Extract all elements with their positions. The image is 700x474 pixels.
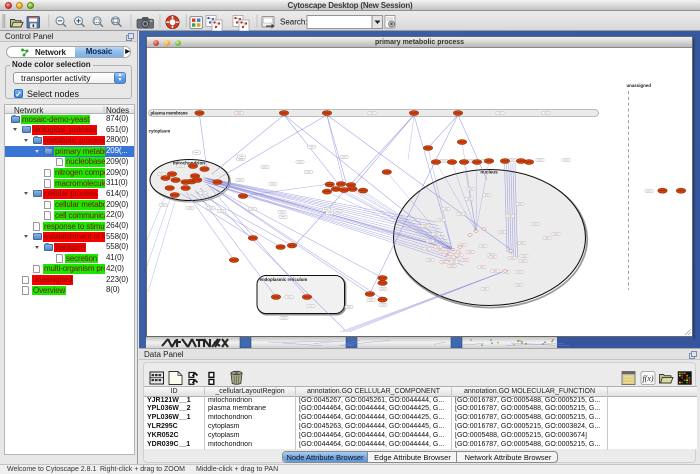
svg-text:Search:: Search: [280, 18, 308, 27]
svg-text:f(x): f(x) [642, 374, 653, 383]
svg-text:cytoplasm: cytoplasm [149, 129, 171, 134]
svg-text:endoplasmic reticulum: endoplasmic reticulum [260, 277, 308, 282]
svg-text:unassigned: unassigned [627, 83, 652, 88]
svg-text:nucleus: nucleus [480, 170, 498, 175]
svg-text:plasma membrane: plasma membrane [151, 111, 189, 116]
